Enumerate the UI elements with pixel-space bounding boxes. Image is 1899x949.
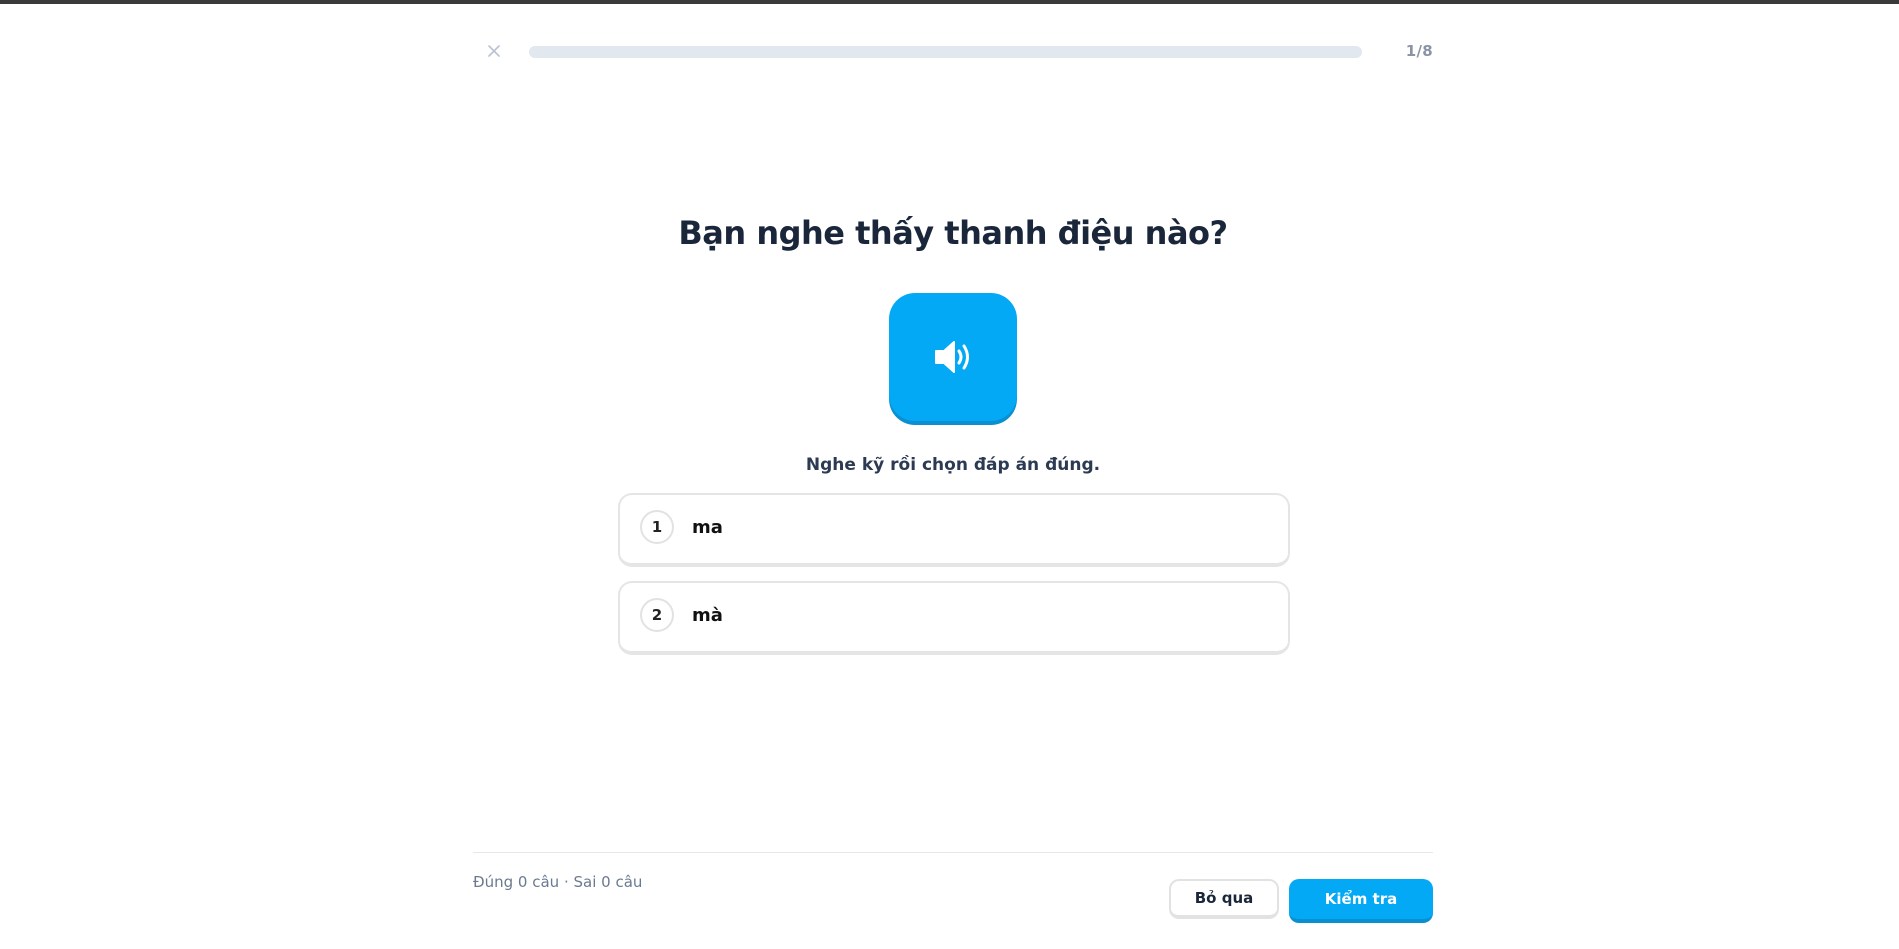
play-audio-button[interactable] xyxy=(889,293,1017,421)
close-icon xyxy=(488,45,500,57)
speaker-icon xyxy=(935,341,969,373)
answer-options: 1 ma 2 mà xyxy=(618,493,1290,669)
close-button[interactable] xyxy=(485,42,503,60)
option-number-badge: 2 xyxy=(640,598,674,632)
option-number-badge: 1 xyxy=(640,510,674,544)
progress-bar xyxy=(529,46,1362,58)
lesson-container: 1/8 Bạn nghe thấy thanh điệu nào? Nghe k… xyxy=(473,0,1433,949)
progress-counter: 1/8 xyxy=(1405,42,1433,60)
instruction-text: Nghe kỹ rồi chọn đáp án đúng. xyxy=(805,455,1101,475)
skip-button[interactable]: Bỏ qua xyxy=(1169,879,1279,919)
option-text: mà xyxy=(692,605,723,626)
question-title: Bạn nghe thấy thanh điệu nào? xyxy=(678,214,1228,252)
footer-divider xyxy=(473,852,1433,853)
option-text: ma xyxy=(692,517,723,538)
check-button[interactable]: Kiểm tra xyxy=(1289,879,1433,923)
score-stats: Đúng 0 câu · Sai 0 câu xyxy=(473,873,643,891)
lesson-header: 1/8 xyxy=(473,34,1433,68)
answer-option-1[interactable]: 1 ma xyxy=(618,493,1290,567)
answer-option-2[interactable]: 2 mà xyxy=(618,581,1290,655)
